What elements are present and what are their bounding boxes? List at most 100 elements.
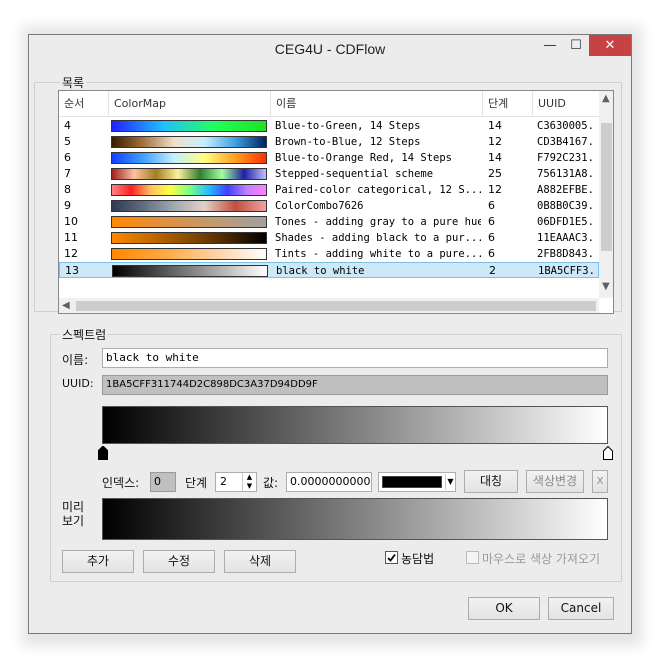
colormap-swatch — [111, 184, 267, 196]
list-horizontal-scrollbar[interactable]: ◀ — [59, 298, 599, 313]
row-name: Shades - adding black to a pur... — [275, 232, 481, 244]
dropdown-arrow-icon[interactable]: ▼ — [445, 474, 455, 490]
row-steps: 2 — [489, 264, 496, 277]
left-color-stop-marker[interactable] — [98, 446, 108, 460]
row-name: Brown-to-Blue, 12 Steps — [275, 136, 421, 148]
table-row[interactable]: 6 Blue-to-Orange Red, 14 Steps 14 F792C231. — [59, 150, 599, 166]
delete-button[interactable]: 삭제 — [224, 550, 296, 573]
spectrum-group-label: 스펙트럼 — [60, 326, 109, 343]
mouse-pick-label[interactable]: 마우스로 색상 가져오기 — [482, 550, 600, 567]
horizontal-scroll-thumb[interactable] — [76, 301, 596, 311]
row-uuid: C3630005. — [537, 120, 594, 132]
table-row[interactable]: 10 Tones - adding gray to a pure hue 6 06DF… — [59, 214, 599, 230]
row-steps: 6 — [488, 215, 495, 228]
row-uuid: 1BA5CFF3. — [538, 265, 595, 277]
row-steps: 14 — [488, 151, 502, 164]
value-label: 값: — [263, 476, 279, 490]
scroll-left-icon[interactable]: ◀ — [62, 300, 70, 311]
close-button[interactable]: ✕ — [589, 35, 631, 56]
row-uuid: 11EAAAC3. — [537, 232, 594, 244]
row-steps: 25 — [488, 167, 502, 180]
col-order[interactable]: 순서 — [59, 91, 109, 117]
add-button[interactable]: 추가 — [62, 550, 134, 573]
row-order: 12 — [64, 247, 78, 260]
color-picker[interactable]: ▼ — [378, 472, 456, 492]
colormap-swatch — [111, 120, 267, 132]
mouse-pick-checkbox[interactable] — [466, 551, 479, 564]
col-colormap[interactable]: ColorMap — [109, 91, 271, 117]
row-order: 8 — [64, 183, 71, 196]
shading-label[interactable]: 농담법 — [401, 550, 434, 567]
row-steps: 12 — [488, 135, 502, 148]
step-label: 단계 — [185, 476, 208, 490]
table-row[interactable]: 8 Paired-color categorical, 12 S... 12 A882… — [59, 182, 599, 198]
row-order: 6 — [64, 151, 71, 164]
col-name[interactable]: 이름 — [271, 91, 483, 117]
vertical-scroll-thumb[interactable] — [601, 123, 612, 251]
table-row[interactable]: 7 Stepped-sequential scheme 25 756131A8. — [59, 166, 599, 182]
row-name: Tones - adding gray to a pure hue — [275, 216, 481, 228]
row-order: 7 — [64, 167, 71, 180]
colormap-swatch — [111, 232, 267, 244]
name-label: 이름: — [62, 353, 89, 367]
value-field[interactable]: 0.0000000000 — [286, 472, 372, 492]
spin-up-icon[interactable]: ▲ — [242, 473, 256, 482]
preview-label-2: 보기 — [62, 514, 85, 528]
cancel-button[interactable]: Cancel — [548, 597, 614, 620]
table-row[interactable]: 11 Shades - adding black to a pur... 6 11EA… — [59, 230, 599, 246]
row-order: 13 — [65, 264, 79, 277]
row-name: Tints - adding white to a pure... — [275, 248, 481, 260]
table-row[interactable]: 4 Blue-to-Green, 14 Steps 14 C3630005. — [59, 118, 599, 134]
minimize-button[interactable]: — — [537, 35, 563, 56]
col-steps[interactable]: 단계 — [483, 91, 533, 117]
scroll-up-icon[interactable]: ▲ — [602, 93, 610, 104]
spectrum-gradient[interactable] — [102, 406, 608, 444]
name-field[interactable]: black to white — [102, 348, 608, 368]
row-steps: 6 — [488, 199, 495, 212]
scroll-down-icon[interactable]: ▼ — [602, 281, 610, 292]
uuid-label: UUID: — [62, 377, 94, 390]
list-header: 순서 ColorMap 이름 단계 UUID — [59, 91, 599, 117]
row-uuid: 2FB8D843. — [537, 248, 594, 260]
row-steps: 14 — [488, 119, 502, 132]
checkmark-icon — [387, 553, 396, 562]
spectrum-group-box — [50, 334, 622, 582]
row-order: 11 — [64, 231, 78, 244]
index-label: 인덱스: — [102, 476, 140, 490]
ok-button[interactable]: OK — [468, 597, 540, 620]
row-order: 4 — [64, 119, 71, 132]
table-row[interactable]: 12 Tints - adding white to a pure... 6 2FB8… — [59, 246, 599, 262]
colormap-swatch — [111, 152, 267, 164]
table-row[interactable]: 9 ColorCombo7626 6 0B8B0C39. — [59, 198, 599, 214]
colormap-swatch — [112, 265, 268, 277]
step-spinner[interactable]: 2 ▲ ▼ — [215, 472, 257, 492]
colormap-swatch — [111, 216, 267, 228]
row-name: Blue-to-Orange Red, 14 Steps — [275, 152, 453, 164]
edit-button[interactable]: 수정 — [143, 550, 215, 573]
preview-gradient — [102, 498, 608, 540]
shading-checkbox[interactable] — [385, 551, 398, 564]
spin-down-icon[interactable]: ▼ — [242, 482, 256, 491]
index-field: 0 — [150, 472, 176, 492]
uuid-field: 1BA5CFF311744D2C898DC3A37D94DD9F — [102, 375, 608, 395]
row-order: 10 — [64, 215, 78, 228]
col-uuid[interactable]: UUID — [533, 91, 599, 117]
row-steps: 12 — [488, 183, 502, 196]
change-color-button[interactable]: 색상변경 — [526, 470, 584, 493]
symmetric-button[interactable]: 대칭 — [464, 470, 518, 493]
colormap-list[interactable]: 순서 ColorMap 이름 단계 UUID 4 Blue-to-Green, 1… — [58, 90, 614, 314]
colormap-swatch — [111, 168, 267, 180]
row-name: black to white — [276, 265, 365, 277]
row-uuid: CD3B4167. — [537, 136, 594, 148]
right-color-stop-marker[interactable] — [603, 446, 613, 460]
row-steps: 6 — [488, 247, 495, 260]
row-uuid: F792C231. — [537, 152, 594, 164]
maximize-button[interactable]: ☐ — [563, 35, 589, 56]
row-order: 5 — [64, 135, 71, 148]
list-vertical-scrollbar[interactable]: ▲ ▼ — [599, 91, 613, 298]
title-bar: CEG4U - CDFlow — ☐ ✕ — [29, 35, 631, 65]
table-row[interactable]: 5 Brown-to-Blue, 12 Steps 12 CD3B4167. — [59, 134, 599, 150]
table-row[interactable]: 13 black to white 2 1BA5CFF3. — [59, 262, 599, 278]
step-value[interactable]: 2 — [220, 475, 227, 488]
x-button[interactable]: X — [592, 470, 608, 493]
